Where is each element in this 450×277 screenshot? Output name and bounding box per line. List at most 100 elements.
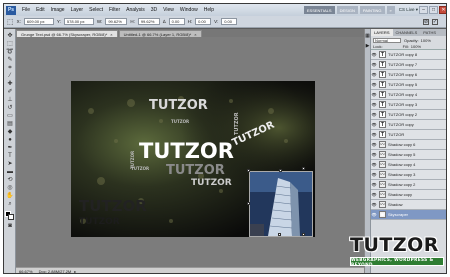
height-field[interactable]: 99.62% <box>137 18 160 25</box>
maximize-button[interactable]: □ <box>429 6 438 14</box>
visibility-eye-icon[interactable]: 👁 <box>371 152 377 157</box>
marquee-tool-icon[interactable]: ⬚ <box>6 41 14 48</box>
fill-value[interactable]: 100% <box>411 44 421 49</box>
gradient-tool-icon[interactable]: ▤ <box>6 121 14 128</box>
layer-row[interactable]: 👁 T TUTZOR copy 4 <box>371 90 446 100</box>
transform-handle[interactable] <box>247 169 250 172</box>
quick-mask-icon[interactable]: ◙ <box>6 223 14 230</box>
width-field[interactable]: 99.62% <box>105 18 128 25</box>
menu-image[interactable]: Image <box>48 7 68 13</box>
cancel-transform-button[interactable]: ⊘ <box>423 18 429 25</box>
zoom-level[interactable]: 66.67% <box>19 269 33 274</box>
layer-row[interactable]: 👁 〰 Shadow copy 5 <box>371 150 446 160</box>
eraser-tool-icon[interactable]: ▭ <box>6 113 14 120</box>
menu-analysis[interactable]: Analysis <box>123 7 148 13</box>
clone-stamp-tool-icon[interactable]: ⊥ <box>6 97 14 104</box>
pen-tool-icon[interactable]: ✒ <box>6 145 14 152</box>
layer-row[interactable]: 👁 〰 Shadow copy 4 <box>371 160 446 170</box>
visibility-eye-icon[interactable]: 👁 <box>371 182 377 187</box>
workspace-more-button[interactable]: » <box>386 6 395 14</box>
v-skew-field[interactable]: 0.00 <box>221 18 238 25</box>
transform-handle[interactable] <box>302 167 305 170</box>
visibility-eye-icon[interactable]: 👁 <box>371 62 377 67</box>
healing-tool-icon[interactable]: ✚ <box>6 81 14 88</box>
menu-window[interactable]: Window <box>177 7 201 13</box>
shape-tool-icon[interactable]: ▬ <box>6 169 14 176</box>
canvas-workspace[interactable]: TUTZOR TUTZOR TUTZOR TUTZOR TUTZOR TUTZO… <box>16 37 364 267</box>
layer-row[interactable]: 👁 T TUTZOR copy 7 <box>371 60 446 70</box>
history-brush-tool-icon[interactable]: ↺ <box>6 105 14 112</box>
transform-handle[interactable] <box>302 233 305 236</box>
commit-transform-button[interactable]: ✓ <box>432 18 438 25</box>
close-tab-icon[interactable]: × <box>110 32 112 37</box>
brush-tool-icon[interactable]: ✐ <box>6 89 14 96</box>
dodge-tool-icon[interactable]: ● <box>6 137 14 144</box>
status-arrow-icon[interactable]: ▸ <box>74 269 76 274</box>
move-tool-icon[interactable]: ✥ <box>6 33 14 40</box>
workspace-essentials[interactable]: ESSENTIALS <box>303 6 335 14</box>
visibility-eye-icon[interactable]: 👁 <box>371 132 377 137</box>
cs-live-button[interactable]: CS Live ▾ <box>399 7 418 13</box>
transform-handle[interactable] <box>279 169 282 172</box>
tab-grunge-text[interactable]: Grunge Text.psd @ 66.7% (Skyscraper, RGB… <box>16 30 118 37</box>
visibility-eye-icon[interactable]: 👁 <box>371 52 377 57</box>
angle-field[interactable]: 0.00 <box>168 18 185 25</box>
layer-row[interactable]: 👁 〰 Shadow <box>371 200 446 210</box>
menu-view[interactable]: View <box>160 7 177 13</box>
visibility-eye-icon[interactable]: 👁 <box>371 212 377 217</box>
visibility-eye-icon[interactable]: 👁 <box>371 202 377 207</box>
visibility-eye-icon[interactable]: 👁 <box>371 102 377 107</box>
menu-filter[interactable]: Filter <box>106 7 123 13</box>
layer-row[interactable]: 👁 T TUTZOR <box>371 130 446 140</box>
layer-row[interactable]: 👁 ▣ Skyscraper <box>371 210 446 220</box>
menu-help[interactable]: Help <box>201 7 217 13</box>
visibility-eye-icon[interactable]: 👁 <box>371 82 377 87</box>
layer-row[interactable]: 👁 〰 Shadow copy <box>371 190 446 200</box>
visibility-eye-icon[interactable]: 👁 <box>371 92 377 97</box>
visibility-eye-icon[interactable]: 👁 <box>371 112 377 117</box>
layer-row[interactable]: 👁 T TUTZOR copy 5 <box>371 80 446 90</box>
opacity-value[interactable]: 100% <box>421 38 431 43</box>
zoom-tool-icon[interactable]: ⌕ <box>6 201 14 208</box>
visibility-eye-icon[interactable]: 👁 <box>371 192 377 197</box>
skyscraper-image[interactable] <box>249 171 313 237</box>
eyedropper-tool-icon[interactable]: ⁄ <box>6 73 14 80</box>
close-tab-icon[interactable]: × <box>194 32 196 37</box>
path-select-tool-icon[interactable]: ➤ <box>6 161 14 168</box>
visibility-eye-icon[interactable]: 👁 <box>371 172 377 177</box>
layer-row[interactable]: 👁 T TUTZOR copy 3 <box>371 100 446 110</box>
transform-handle[interactable] <box>278 233 281 236</box>
blur-tool-icon[interactable]: ◆ <box>6 129 14 136</box>
visibility-eye-icon[interactable]: 👁 <box>371 122 377 127</box>
minimize-button[interactable]: – <box>419 6 428 14</box>
menu-file[interactable]: File <box>19 7 33 13</box>
h-skew-field[interactable]: 0.00 <box>195 18 212 25</box>
tab-layers[interactable]: LAYERS <box>371 29 393 36</box>
menu-layer[interactable]: Layer <box>68 7 87 13</box>
crop-tool-icon[interactable]: ⌗ <box>6 65 14 72</box>
layer-row[interactable]: 👁 T TUTZOR copy 8 <box>371 50 446 60</box>
transform-handle[interactable] <box>247 202 250 205</box>
quick-select-tool-icon[interactable]: ✎ <box>6 57 14 64</box>
visibility-eye-icon[interactable]: 👁 <box>371 162 377 167</box>
hand-tool-icon[interactable]: ✋ <box>6 193 14 200</box>
close-button[interactable]: ✕ <box>439 6 446 14</box>
layer-row[interactable]: 👁 〰 Shadow copy 2 <box>371 180 446 190</box>
x-field[interactable]: 609.00 px <box>23 18 54 25</box>
layer-row[interactable]: 👁 〰 Shadow copy 3 <box>371 170 446 180</box>
lasso-tool-icon[interactable]: ➰ <box>6 49 14 56</box>
visibility-eye-icon[interactable]: 👁 <box>371 142 377 147</box>
workspace-design[interactable]: DESIGN <box>336 6 358 14</box>
visibility-eye-icon[interactable]: 👁 <box>371 72 377 77</box>
layer-row[interactable]: 👁 T TUTZOR copy <box>371 120 446 130</box>
3d-orbit-tool-icon[interactable]: ◎ <box>6 185 14 192</box>
workspace-painting[interactable]: PAINTING <box>359 6 385 14</box>
menu-edit[interactable]: Edit <box>33 7 48 13</box>
layer-row[interactable]: 👁 〰 Shadow copy 6 <box>371 140 446 150</box>
layer-row[interactable]: 👁 T TUTZOR copy 2 <box>371 110 446 120</box>
3d-rotate-tool-icon[interactable]: ⟲ <box>6 177 14 184</box>
tab-paths[interactable]: PATHS <box>420 29 439 36</box>
tab-channels[interactable]: CHANNELS <box>393 29 421 36</box>
document-canvas[interactable]: TUTZOR TUTZOR TUTZOR TUTZOR TUTZOR TUTZO… <box>71 81 315 237</box>
menu-3d[interactable]: 3D <box>148 7 160 13</box>
